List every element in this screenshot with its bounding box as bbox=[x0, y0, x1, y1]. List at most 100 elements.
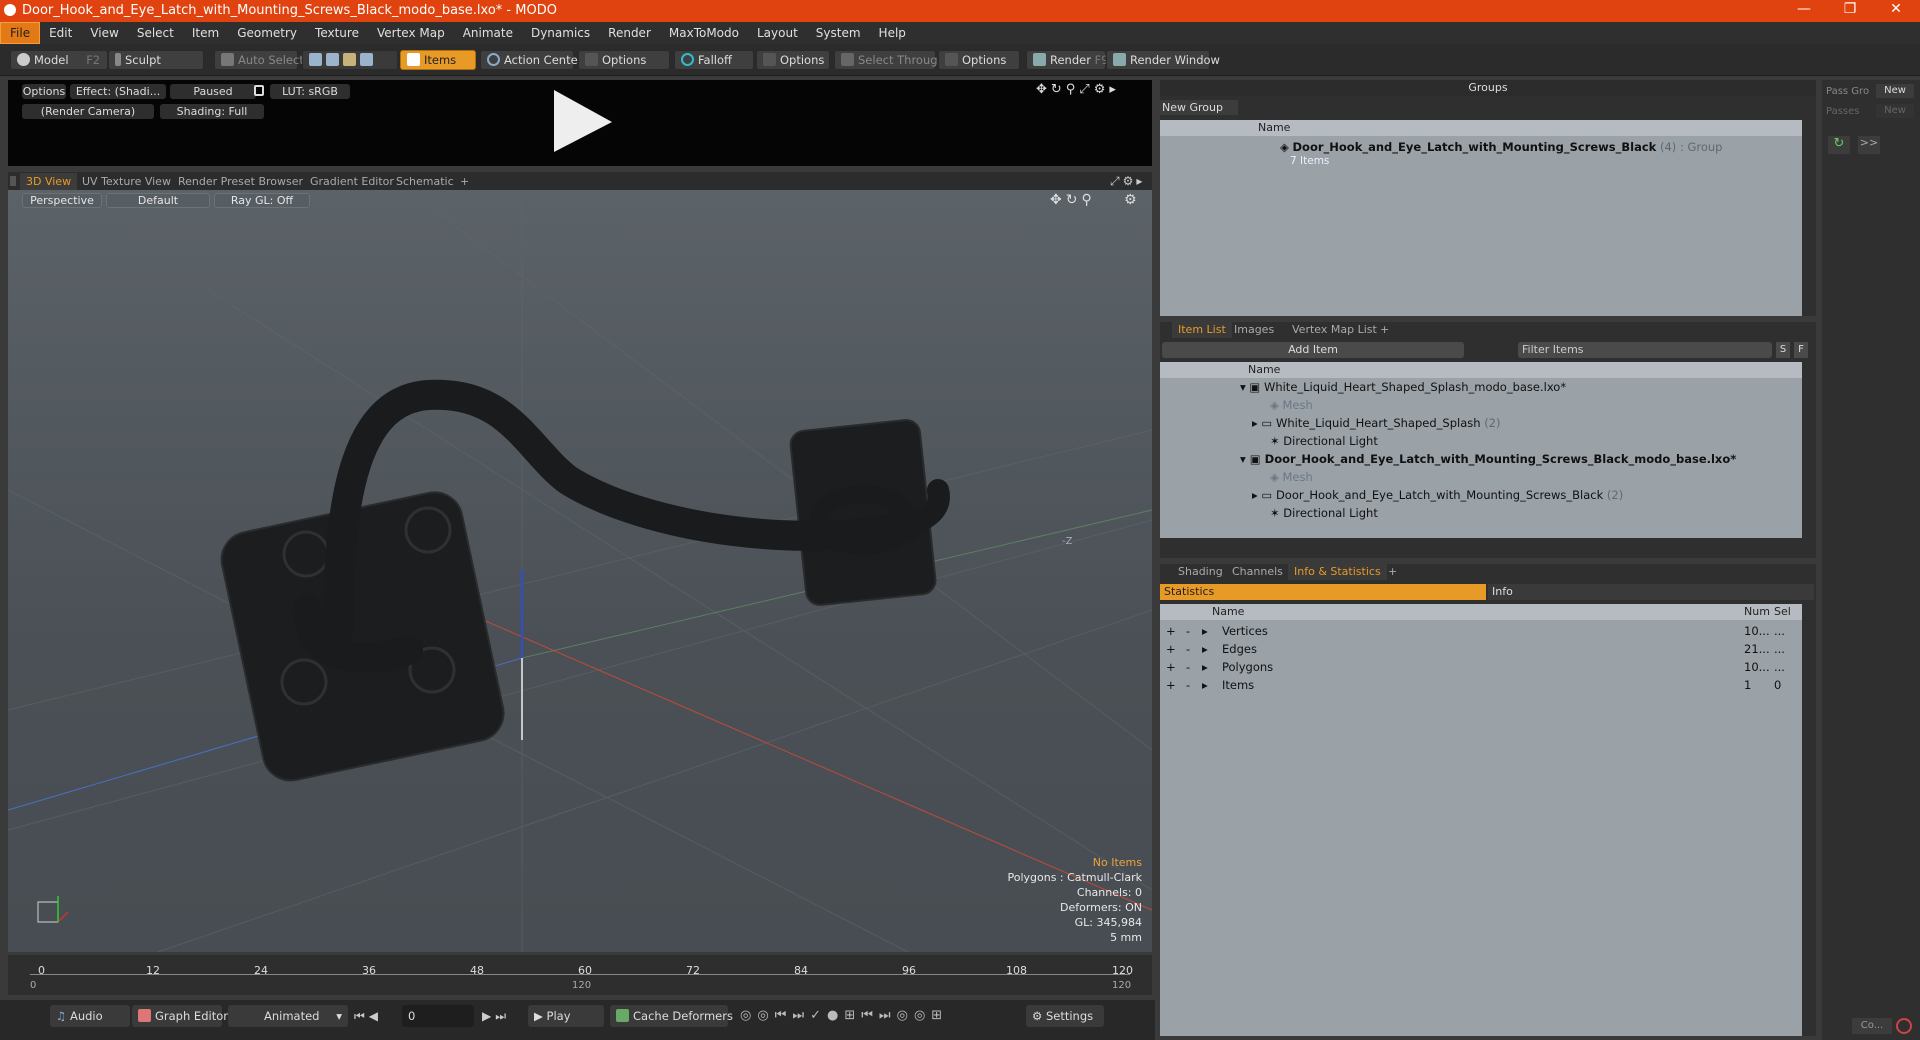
menu-render[interactable]: Render bbox=[599, 23, 660, 43]
menu-geometry[interactable]: Geometry bbox=[228, 23, 306, 43]
tab-shading[interactable]: Shading bbox=[1172, 564, 1229, 580]
item-row[interactable]: ✶ Directional Light bbox=[1270, 504, 1378, 522]
render-camera-dropdown[interactable]: (Render Camera) bbox=[22, 104, 154, 119]
group-row[interactable]: ◈ Door_Hook_and_Eye_Latch_with_Mounting_… bbox=[1280, 138, 1722, 156]
falloff-button[interactable]: Falloff bbox=[674, 50, 754, 70]
edges-mode-icon[interactable] bbox=[326, 53, 339, 66]
record-icon[interactable] bbox=[1896, 1018, 1912, 1034]
sculpt-mode-button[interactable]: Sculpt bbox=[108, 50, 204, 70]
cache-deformers-button[interactable]: Cache Deformers bbox=[610, 1005, 733, 1027]
tab-render-preset-browser[interactable]: Render Preset Browser bbox=[172, 173, 309, 190]
new-pass-group-button[interactable]: New bbox=[1876, 84, 1914, 98]
viewport-expand-icon[interactable]: ⤢⚙▸ bbox=[1110, 174, 1145, 189]
menu-layout[interactable]: Layout bbox=[748, 23, 807, 43]
add-item-button[interactable]: Add Item bbox=[1162, 342, 1464, 358]
graph-editor-button[interactable]: Graph Editor bbox=[132, 1005, 228, 1027]
menu-maxtomodo[interactable]: MaxToModo bbox=[660, 23, 748, 43]
statistics-tab[interactable]: Statistics bbox=[1160, 584, 1486, 600]
tab-images[interactable]: Images bbox=[1228, 322, 1280, 338]
s-filter-button[interactable]: S bbox=[1776, 342, 1790, 358]
add-panel-tab-button[interactable]: + bbox=[1374, 322, 1395, 338]
tab-channels[interactable]: Channels bbox=[1226, 564, 1289, 580]
stat-row-polygons[interactable]: + - ▸ Polygons 10...... bbox=[1160, 658, 1802, 676]
stat-row-vertices[interactable]: + - ▸ Vertices 10...... bbox=[1160, 622, 1802, 640]
refresh-icon[interactable]: ↻ bbox=[1828, 136, 1850, 154]
shading-dropdown[interactable]: Shading: Full bbox=[160, 104, 264, 119]
action-center-options-button[interactable]: Options bbox=[578, 50, 670, 70]
item-row[interactable]: ◈ Mesh bbox=[1270, 396, 1313, 414]
menu-vertex-map[interactable]: Vertex Map bbox=[368, 23, 454, 43]
options-icon bbox=[763, 53, 776, 66]
items-mode-button[interactable]: Items bbox=[400, 50, 476, 70]
play-icon[interactable] bbox=[546, 86, 616, 156]
materials-mode-icon[interactable] bbox=[360, 53, 373, 66]
audio-button[interactable]: ♫ Audio bbox=[50, 1005, 130, 1027]
tab-info-statistics[interactable]: Info & Statistics bbox=[1288, 564, 1387, 580]
render-window-button[interactable]: Render Window bbox=[1106, 50, 1220, 70]
preview-tools-icon[interactable]: ✥↻⚲⤢⚙▸ bbox=[1036, 82, 1120, 97]
menu-select[interactable]: Select bbox=[128, 23, 183, 43]
effect-dropdown[interactable]: Effect: (Shadi... bbox=[70, 84, 166, 99]
menu-help[interactable]: Help bbox=[870, 23, 915, 43]
animated-dropdown[interactable]: Animated ▾ bbox=[228, 1005, 348, 1027]
timeline[interactable]: 0 12 24 36 48 60 72 84 96 108 120 0 120 … bbox=[8, 955, 1152, 995]
filter-items-input[interactable]: Filter Items bbox=[1518, 342, 1772, 358]
3d-viewport[interactable]: Perspective Default Ray GL: Off ✥↻⚲ ⚙ -Z… bbox=[8, 190, 1152, 952]
paused-button[interactable]: Paused bbox=[170, 84, 256, 99]
model-mode-button[interactable]: Model F2 bbox=[10, 50, 108, 70]
menu-animate[interactable]: Animate bbox=[454, 23, 522, 43]
tab-vertex-map-list[interactable]: Vertex Map List bbox=[1286, 322, 1383, 338]
tab-gradient-editor[interactable]: Gradient Editor bbox=[304, 173, 400, 190]
frame-input[interactable]: 0 bbox=[402, 1005, 474, 1027]
action-center-button[interactable]: Action Center bbox=[480, 50, 582, 70]
tab-3d-view[interactable]: 3D View bbox=[20, 173, 78, 190]
falloff-options-button[interactable]: Options bbox=[756, 50, 830, 70]
preview-options-button[interactable]: Options bbox=[22, 84, 66, 99]
menu-dynamics[interactable]: Dynamics bbox=[522, 23, 599, 43]
select-through-button[interactable]: Select Through bbox=[834, 50, 945, 70]
menu-edit[interactable]: Edit bbox=[40, 23, 81, 43]
item-row[interactable]: ▸ ▭ White_Liquid_Heart_Shaped_Splash (2) bbox=[1252, 414, 1500, 432]
tab-schematic[interactable]: Schematic bbox=[390, 173, 460, 190]
item-row[interactable]: ◈ Mesh bbox=[1270, 468, 1313, 486]
item-row[interactable]: ▾ ▣ Door_Hook_and_Eye_Latch_with_Mountin… bbox=[1240, 450, 1736, 468]
settings-button[interactable]: ⚙ Settings bbox=[1026, 1005, 1104, 1027]
menu-system[interactable]: System bbox=[807, 23, 870, 43]
add-tab-button[interactable]: + bbox=[454, 173, 475, 190]
new-group-button[interactable]: New Group bbox=[1160, 100, 1238, 115]
tab-item-list[interactable]: Item List bbox=[1172, 322, 1232, 338]
items-icon bbox=[407, 53, 420, 66]
item-row[interactable]: ▾ ▣ White_Liquid_Heart_Shaped_Splash_mod… bbox=[1240, 378, 1566, 396]
auto-select-button[interactable]: Auto Select bbox=[214, 50, 304, 70]
item-row[interactable]: ✶ Directional Light bbox=[1270, 432, 1378, 450]
item-tree: Name ▾ ▣ White_Liquid_Heart_Shaped_Splas… bbox=[1160, 362, 1802, 538]
co-button[interactable]: Co... bbox=[1852, 1018, 1892, 1034]
polygons-mode-icon[interactable] bbox=[343, 53, 356, 66]
transport-back-icons[interactable]: ⏮◀ bbox=[354, 1009, 382, 1024]
info-tab[interactable]: Info bbox=[1488, 584, 1814, 600]
menu-texture[interactable]: Texture bbox=[306, 23, 368, 43]
select-through-options-button[interactable]: Options bbox=[938, 50, 1020, 70]
forward-icon[interactable]: >> bbox=[1858, 136, 1880, 154]
lock-icon[interactable] bbox=[254, 85, 264, 96]
stat-row-edges[interactable]: + - ▸ Edges 21...... bbox=[1160, 640, 1802, 658]
maximize-icon[interactable]: ❐ bbox=[1830, 1, 1870, 17]
f-filter-button[interactable]: F bbox=[1794, 342, 1808, 358]
range-end-label: 120 bbox=[1112, 980, 1132, 991]
menu-file[interactable]: File bbox=[0, 22, 41, 44]
menu-item[interactable]: Item bbox=[183, 23, 228, 43]
close-icon[interactable]: ✕ bbox=[1876, 1, 1916, 17]
minimize-icon[interactable]: — bbox=[1784, 1, 1824, 17]
new-pass-button[interactable]: New bbox=[1876, 104, 1914, 118]
add-panel-tab-button[interactable]: + bbox=[1382, 564, 1403, 580]
stat-row-items[interactable]: + - ▸ Items 1 0 bbox=[1160, 676, 1802, 694]
vertices-mode-icon[interactable] bbox=[309, 53, 322, 66]
render-button[interactable]: Render F9 bbox=[1026, 50, 1109, 70]
item-row[interactable]: ▸ ▭ Door_Hook_and_Eye_Latch_with_Mountin… bbox=[1252, 486, 1623, 504]
lut-dropdown[interactable]: LUT: sRGB bbox=[270, 84, 350, 99]
menu-view[interactable]: View bbox=[81, 23, 127, 43]
key-tools-icons[interactable]: ◎◎⏮⏭✓●⊞⏮⏭◎◎⊞ bbox=[740, 1008, 948, 1023]
tab-uv-texture-view[interactable]: UV Texture View bbox=[76, 173, 177, 190]
play-button[interactable]: ▶ Play bbox=[528, 1005, 604, 1027]
transport-forward-icons[interactable]: ▶⏭ bbox=[482, 1009, 510, 1024]
